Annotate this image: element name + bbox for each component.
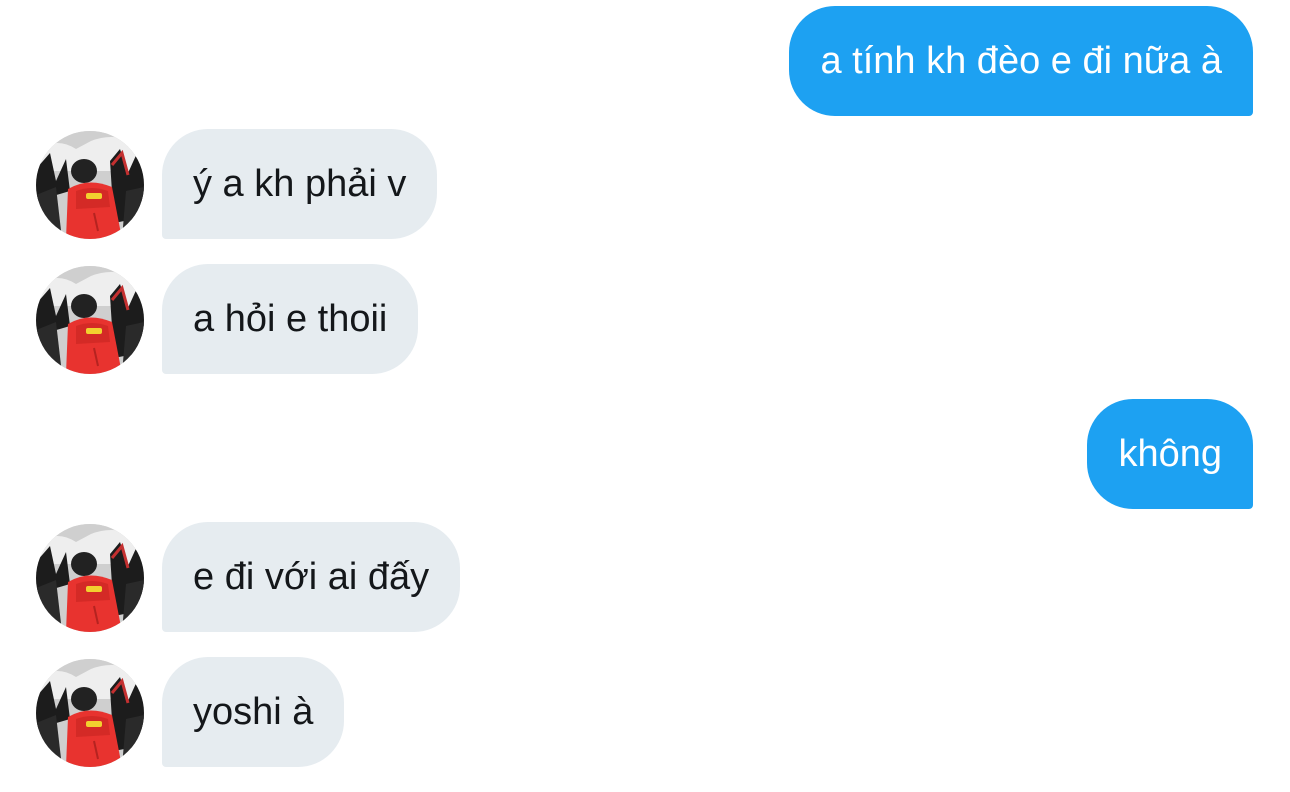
message-text: yoshi à [193,690,314,733]
message-bubble-incoming[interactable]: yoshi à [162,657,345,767]
message-row-outgoing: a tính kh đèo e đi nữa à [0,6,1290,116]
message-text: ý a kh phải v [193,162,407,205]
user-avatar[interactable] [36,131,144,239]
message-row-incoming: ý a kh phải v [0,129,1290,239]
avatar-photo [36,659,144,767]
message-text: không [1118,432,1222,475]
user-avatar[interactable] [36,266,144,374]
message-bubble-outgoing[interactable]: a tính kh đèo e đi nữa à [789,6,1253,116]
message-row-outgoing: không [0,399,1290,509]
conversation-thread: a tính kh đèo e đi nữa à ý a kh phải v a… [0,0,1290,792]
avatar-photo [36,266,144,374]
message-row-incoming: yoshi à [0,657,1290,767]
message-row-incoming: e đi với ai đấy [0,522,1290,632]
user-avatar[interactable] [36,659,144,767]
message-text: e đi với ai đấy [193,555,430,598]
message-row-incoming: a hỏi e thoii [0,264,1290,374]
message-bubble-incoming[interactable]: ý a kh phải v [162,129,438,239]
avatar-photo [36,524,144,632]
message-text: a tính kh đèo e đi nữa à [820,39,1222,82]
message-text: a hỏi e thoii [193,297,388,340]
message-bubble-incoming[interactable]: a hỏi e thoii [162,264,419,374]
message-bubble-incoming[interactable]: e đi với ai đấy [162,522,461,632]
avatar-photo [36,131,144,239]
user-avatar[interactable] [36,524,144,632]
message-bubble-outgoing[interactable]: không [1087,399,1253,509]
